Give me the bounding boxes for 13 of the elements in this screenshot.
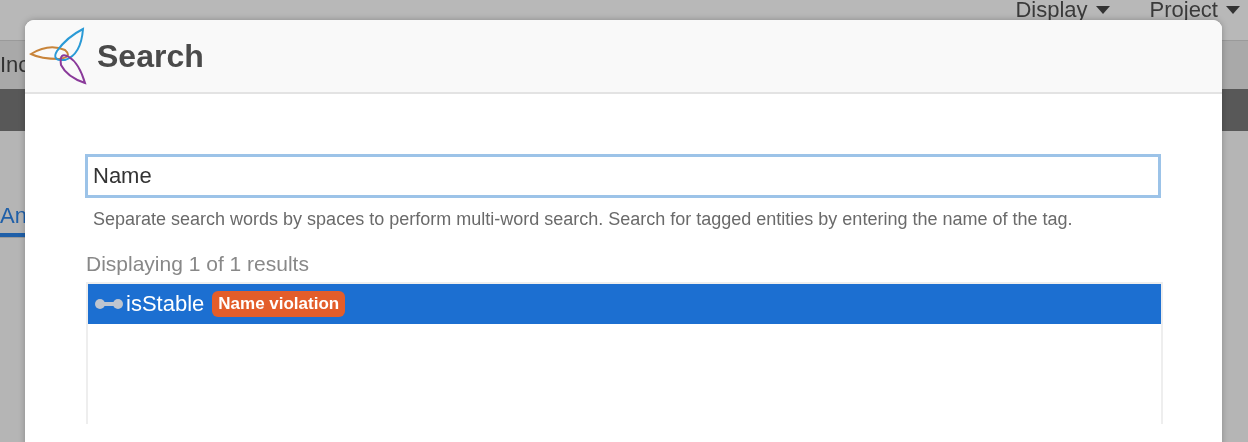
- caret-icon: [1095, 6, 1110, 14]
- logo-icon: [29, 27, 89, 85]
- menu-item[interactable]: Project: [1149, 0, 1240, 22]
- connector-icon: [94, 298, 124, 310]
- tag-label: Name violation: [212, 291, 346, 317]
- caret-icon: [1226, 6, 1240, 14]
- result-name: isStable: [126, 291, 205, 317]
- result-count: Displaying 1 of 1 results: [86, 252, 310, 276]
- help-text: Separate search words by spaces to perform multi-word search. Search for tagged entities by entering the name of the tag.: [93, 208, 1074, 231]
- menu-item[interactable]: Display: [1015, 0, 1110, 22]
- search-field[interactable]: Name: [85, 154, 1161, 198]
- dialog-title: Search: [97, 37, 204, 75]
- result-item[interactable]: isStable Name violation: [88, 284, 1161, 324]
